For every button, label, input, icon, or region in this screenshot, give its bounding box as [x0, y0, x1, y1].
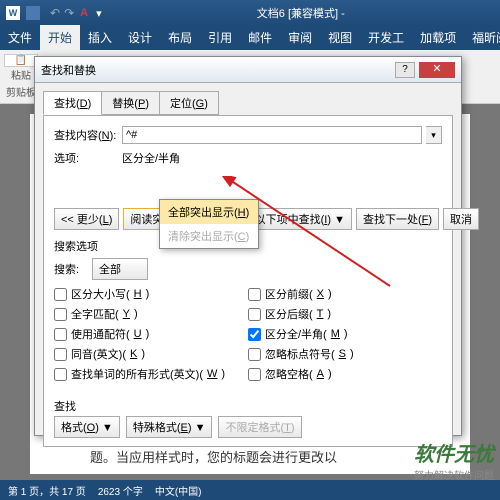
tab-mailings[interactable]: 邮件 — [240, 25, 280, 50]
tab-find[interactable]: 查找(D) — [43, 91, 102, 115]
chk-wildcard[interactable]: 使用通配符(U) — [54, 326, 248, 342]
find-replace-dialog: 查找和替换 ? ✕ 查找(D) 替换(P) 定位(G) 查找内容(N): ▾ 选… — [34, 56, 462, 436]
tab-design[interactable]: 设计 — [120, 25, 160, 50]
tab-layout[interactable]: 布局 — [160, 25, 200, 50]
tab-insert[interactable]: 插入 — [80, 25, 120, 50]
status-lang[interactable]: 中文(中国) — [155, 483, 202, 498]
dialog-titlebar[interactable]: 查找和替换 ? ✕ — [35, 57, 461, 83]
tab-developer[interactable]: 开发工 — [360, 25, 412, 50]
watermark-sub: 努力解决软件问题 — [414, 467, 494, 482]
word-icon: W — [6, 6, 20, 20]
chk-suffix[interactable]: 区分后缀(T) — [248, 306, 442, 322]
chk-whole[interactable]: 全字匹配(Y) — [54, 306, 248, 322]
dialog-tabs: 查找(D) 替换(P) 定位(G) — [43, 91, 453, 115]
paste-button[interactable]: 📋 — [4, 54, 38, 67]
find-content-label: 查找内容(N): — [54, 127, 118, 143]
body-text: 题。当应用样式时，您的标题会进行更改以 — [90, 447, 460, 466]
paste-label: 粘贴 — [11, 67, 31, 82]
search-direction-select[interactable]: 全部 — [92, 258, 148, 280]
bottom-buttons: 格式(O) ▼ 特殊格式(E) ▼ 不限定格式(T) — [54, 416, 302, 438]
find-input[interactable] — [122, 126, 422, 144]
options-value: 区分全/半角 — [122, 150, 180, 166]
status-words[interactable]: 2623 个字 — [98, 483, 143, 498]
special-button[interactable]: 特殊格式(E) ▼ — [126, 416, 213, 438]
chk-prefix[interactable]: 区分前缀(X) — [248, 286, 442, 302]
find-dropdown-icon[interactable]: ▾ — [426, 126, 442, 144]
status-bar: 第 1 页，共 17 页 2623 个字 中文(中国) — [0, 480, 500, 500]
tab-file[interactable]: 文件 — [0, 25, 40, 50]
clipboard-label: 剪贴板 — [6, 84, 36, 99]
noformat-button: 不限定格式(T) — [218, 416, 301, 438]
tab-references[interactable]: 引用 — [200, 25, 240, 50]
tab-review[interactable]: 审阅 — [280, 25, 320, 50]
chk-space[interactable]: 忽略空格(A) — [248, 366, 442, 382]
status-page[interactable]: 第 1 页，共 17 页 — [8, 483, 86, 498]
undo-icon[interactable]: ↶ — [50, 6, 60, 20]
less-button[interactable]: << 更少(L) — [54, 208, 119, 230]
tab-view[interactable]: 视图 — [320, 25, 360, 50]
chk-forms[interactable]: 查找单词的所有形式(英文)(W) — [54, 366, 248, 382]
help-button[interactable]: ? — [395, 62, 415, 78]
cancel-button[interactable]: 取消 — [443, 208, 479, 230]
dialog-panel: 查找内容(N): ▾ 选项: 区分全/半角 << 更少(L) 阅读突出显示(R)… — [43, 115, 453, 447]
dialog-title: 查找和替换 — [41, 62, 395, 78]
popup-clear-highlight: 清除突出显示(C) — [160, 224, 258, 248]
search-label: 搜索: — [54, 261, 88, 277]
close-button[interactable]: ✕ — [419, 62, 455, 78]
find-section-label: 查找 — [54, 398, 76, 414]
watermark: 软件无忧 努力解决软件问题 — [414, 438, 494, 482]
tab-home[interactable]: 开始 — [40, 25, 80, 50]
letter-a-icon: A — [80, 7, 88, 19]
redo-icon[interactable]: ↷ — [64, 6, 74, 20]
clipboard-group: 📋 粘贴 剪贴板 — [4, 54, 38, 99]
document-title: 文档6 [兼容模式] - — [102, 5, 500, 21]
save-icon[interactable] — [26, 6, 40, 20]
popup-highlight-all[interactable]: 全部突出显示(H) — [160, 200, 258, 224]
chk-width[interactable]: 区分全/半角(M) — [248, 326, 442, 342]
watermark-main: 软件无忧 — [414, 438, 494, 467]
tab-replace[interactable]: 替换(P) — [101, 91, 160, 115]
highlight-popup: 全部突出显示(H) 清除突出显示(C) — [159, 199, 259, 249]
chk-homophone[interactable]: 同音(英文)(K) — [54, 346, 248, 362]
ribbon-tabs: 文件 开始 插入 设计 布局 引用 邮件 审阅 视图 开发工 加载项 福昕阅 登… — [0, 26, 500, 50]
app-titlebar: W ↶ ↷ A ▾ 文档6 [兼容模式] - — [0, 0, 500, 26]
tab-foxit[interactable]: 福昕阅 — [464, 25, 500, 50]
format-button[interactable]: 格式(O) ▼ — [54, 416, 120, 438]
clipboard-icon: 📋 — [15, 55, 27, 66]
search-options-group: 搜索选项 搜索: 全部 区分大小写(H) 全字匹配(Y) 使用通配符(U) 同音… — [54, 238, 442, 386]
tab-addins[interactable]: 加载项 — [412, 25, 464, 50]
chk-case[interactable]: 区分大小写(H) — [54, 286, 248, 302]
options-label: 选项: — [54, 150, 118, 166]
find-next-button[interactable]: 查找下一处(F) — [356, 208, 439, 230]
chk-punct[interactable]: 忽略标点符号(S) — [248, 346, 442, 362]
tab-goto[interactable]: 定位(G) — [159, 91, 219, 115]
